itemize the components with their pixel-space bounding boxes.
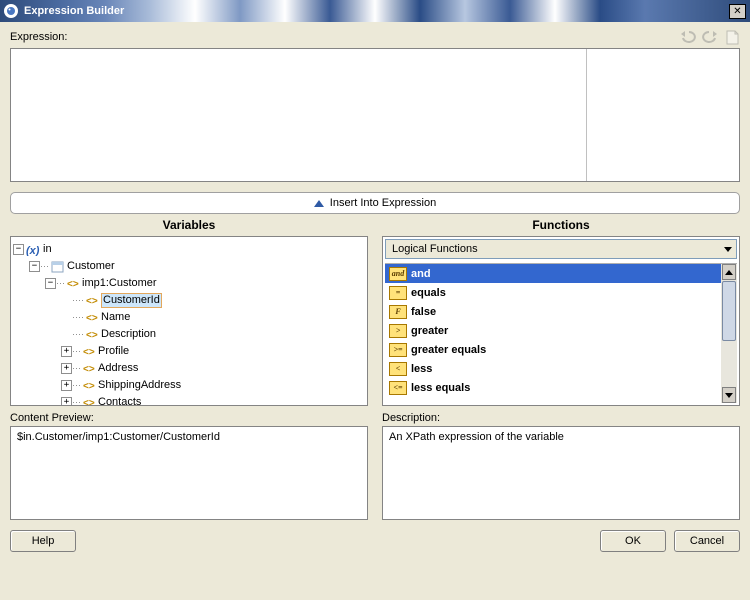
function-name: greater equals [411, 344, 486, 356]
chevron-down-icon [724, 247, 732, 252]
svg-text:<>: <> [83, 347, 95, 357]
function-badge-icon: F [389, 305, 407, 319]
scroll-down-button[interactable] [722, 387, 736, 403]
function-badge-icon: > [389, 324, 407, 338]
expression-divider [586, 49, 587, 181]
functions-panel: Logical Functions and and = equals F fal… [382, 236, 740, 406]
help-button[interactable]: Help [10, 530, 76, 552]
function-name: equals [411, 287, 446, 299]
svg-text:(x): (x) [26, 245, 40, 256]
element-icon: <> [67, 278, 79, 289]
function-badge-icon: < [389, 362, 407, 376]
function-item-greater-equals[interactable]: >= greater equals [385, 340, 737, 359]
expand-toggle[interactable]: + [61, 380, 72, 391]
function-badge-icon: = [389, 286, 407, 300]
svg-text:<>: <> [86, 313, 98, 323]
insert-button-label: Insert Into Expression [330, 197, 436, 209]
insert-up-icon [314, 200, 324, 207]
function-name: and [411, 268, 431, 280]
tree-node-customer[interactable]: Customer [67, 258, 115, 275]
cancel-button[interactable]: Cancel [674, 530, 740, 552]
function-item-and[interactable]: and and [385, 264, 737, 283]
tree-node-in[interactable]: in [43, 241, 52, 258]
tree-node-address[interactable]: Address [98, 360, 138, 377]
variables-panel: − (x) in −··· Customer −··· <> im [10, 236, 368, 406]
expand-toggle[interactable]: + [61, 363, 72, 374]
redo-icon[interactable] [702, 29, 718, 45]
content-preview-label: Content Preview: [10, 412, 368, 424]
function-name: greater [411, 325, 448, 337]
functions-header: Functions [382, 218, 740, 236]
window-title: Expression Builder [24, 5, 729, 17]
element-icon: <> [83, 380, 95, 391]
expression-label: Expression: [10, 31, 67, 43]
titlebar: Expression Builder ✕ [0, 0, 750, 22]
close-button[interactable]: ✕ [729, 4, 746, 19]
content-preview-box: $in.Customer/imp1:Customer/CustomerId [10, 426, 368, 520]
scroll-thumb[interactable] [722, 281, 736, 341]
tree-node-description[interactable]: Description [101, 326, 156, 343]
tree-node-profile[interactable]: Profile [98, 343, 129, 360]
functions-category-value: Logical Functions [392, 243, 478, 255]
tree-node-contacts[interactable]: Contacts [98, 394, 141, 406]
tree-node-imp1[interactable]: imp1:Customer [82, 275, 157, 292]
function-name: false [411, 306, 436, 318]
function-item-false[interactable]: F false [385, 302, 737, 321]
description-text: An XPath expression of the variable [389, 431, 564, 443]
functions-category-dropdown[interactable]: Logical Functions [385, 239, 737, 259]
function-item-less[interactable]: < less [385, 359, 737, 378]
function-badge-icon: and [389, 267, 407, 281]
variables-tree[interactable]: − (x) in −··· Customer −··· <> im [11, 237, 367, 406]
expand-toggle[interactable]: + [61, 346, 72, 357]
ok-button[interactable]: OK [600, 530, 666, 552]
document-icon[interactable] [724, 29, 740, 45]
functions-scrollbar[interactable] [721, 264, 737, 403]
svg-text:<>: <> [86, 296, 98, 306]
expand-toggle[interactable]: − [29, 261, 40, 272]
svg-text:<>: <> [83, 381, 95, 391]
svg-text:<>: <> [83, 364, 95, 374]
expression-textarea[interactable] [10, 48, 740, 182]
element-icon: <> [86, 329, 98, 340]
functions-list[interactable]: and and = equals F false > greater [385, 263, 737, 403]
function-item-less-equals[interactable]: <= less equals [385, 378, 737, 397]
function-item-greater[interactable]: > greater [385, 321, 737, 340]
svg-text:<>: <> [67, 279, 79, 289]
description-label: Description: [382, 412, 740, 424]
element-icon: <> [86, 312, 98, 323]
expand-toggle[interactable]: − [13, 244, 24, 255]
svg-text:<>: <> [83, 398, 95, 406]
description-box: An XPath expression of the variable [382, 426, 740, 520]
ok-button-label: OK [625, 535, 641, 547]
function-badge-icon: >= [389, 343, 407, 357]
function-item-equals[interactable]: = equals [385, 283, 737, 302]
element-icon: <> [83, 397, 95, 406]
expand-toggle[interactable]: − [45, 278, 56, 289]
tree-node-customerid[interactable]: CustomerId [101, 293, 162, 308]
app-icon [4, 4, 18, 18]
help-button-label: Help [32, 535, 55, 547]
undo-icon[interactable] [680, 29, 696, 45]
function-name: less equals [411, 382, 470, 394]
element-icon: <> [86, 295, 98, 306]
element-icon: <> [83, 363, 95, 374]
function-badge-icon: <= [389, 381, 407, 395]
element-icon: <> [83, 346, 95, 357]
variable-icon: (x) [26, 244, 40, 256]
expand-toggle[interactable]: + [61, 397, 72, 406]
scroll-up-button[interactable] [722, 264, 736, 280]
variables-header: Variables [10, 218, 368, 236]
tree-node-shipping[interactable]: ShippingAddress [98, 377, 181, 394]
function-name: less [411, 363, 432, 375]
cancel-button-label: Cancel [690, 535, 724, 547]
insert-into-expression-button[interactable]: Insert Into Expression [10, 192, 740, 214]
content-preview-text: $in.Customer/imp1:Customer/CustomerId [17, 431, 220, 443]
container-icon [51, 261, 64, 273]
svg-text:<>: <> [86, 330, 98, 340]
tree-node-name[interactable]: Name [101, 309, 130, 326]
